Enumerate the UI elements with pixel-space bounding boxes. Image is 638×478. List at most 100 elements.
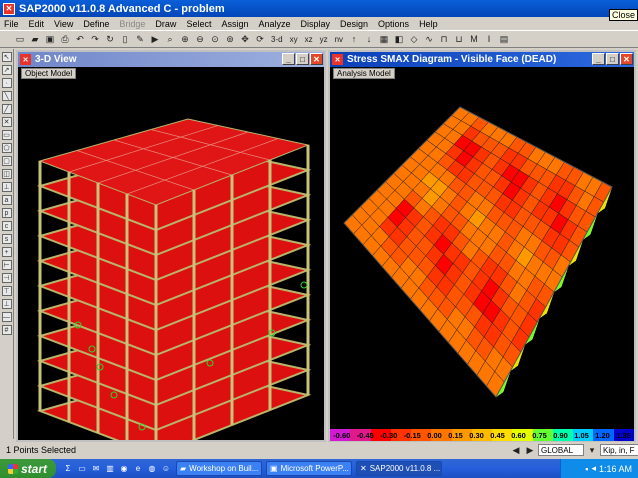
sap2000-app-icon[interactable]: ✕	[3, 2, 15, 15]
select-intersect-icon[interactable]: s	[1, 234, 12, 244]
down-arrow-icon[interactable]: ↓	[363, 33, 375, 45]
menu-options[interactable]: Options	[378, 19, 409, 29]
menu-view[interactable]: View	[54, 19, 73, 29]
grid-icon[interactable]: ▦	[378, 33, 390, 45]
close-button[interactable]: ✕	[310, 53, 323, 65]
minimize-button[interactable]: _	[282, 53, 295, 65]
clear-selection-icon[interactable]: c	[1, 221, 12, 231]
menu-select[interactable]: Select	[186, 19, 211, 29]
snap-points-icon[interactable]: +	[1, 247, 12, 257]
reshape-icon[interactable]: ↗	[1, 65, 12, 75]
draw-poly-area-icon[interactable]: ⬠	[1, 143, 12, 153]
menu-define[interactable]: Define	[83, 19, 109, 29]
task-powerpoint[interactable]: ▣ Microsoft PowerP...	[266, 461, 352, 476]
stress-diagram-title-bar[interactable]: ✕ Stress SMAX Diagram - Visible Face (DE…	[330, 52, 634, 67]
quick-frame-icon[interactable]: ╱	[1, 104, 12, 114]
snap-lines-icon[interactable]: —	[1, 312, 12, 322]
quick-area-icon[interactable]: ▢	[1, 156, 12, 166]
zoom-window-icon[interactable]: ⌕	[164, 33, 176, 45]
up-arrow-icon[interactable]: ↑	[348, 33, 360, 45]
rotate-icon[interactable]: ⟳	[254, 33, 266, 45]
draw-frame-icon[interactable]: ╲	[1, 91, 12, 101]
task-workshop[interactable]: ▰ Workshop on Buil...	[176, 461, 262, 476]
network-icon[interactable]: ▪	[585, 464, 588, 474]
lock-icon[interactable]: ▯	[119, 33, 131, 45]
clock[interactable]: 1:16 AM	[599, 464, 632, 474]
pan-icon[interactable]: ✥	[239, 33, 251, 45]
maximize-button[interactable]: □	[296, 53, 309, 65]
step-back-icon[interactable]: ◀	[510, 444, 522, 456]
frame-forces-icon[interactable]: ⊓	[438, 33, 450, 45]
units-select[interactable]: Kip, in, F	[600, 444, 638, 456]
select-all-icon[interactable]: a	[1, 195, 12, 205]
undo-icon[interactable]: ↶	[74, 33, 86, 45]
text-icon[interactable]: I	[483, 33, 495, 45]
snap-ends-icon[interactable]: ⊢	[1, 260, 12, 270]
mail-icon[interactable]: ✉	[90, 463, 102, 475]
run-analysis-icon[interactable]: ▶	[149, 33, 161, 45]
menu-file[interactable]: File	[4, 19, 19, 29]
zoom-restore-icon[interactable]: ⊙	[209, 33, 221, 45]
view-yz-button[interactable]: yz	[318, 35, 330, 44]
chart-icon[interactable]: ▥	[104, 463, 116, 475]
minimize-button[interactable]: _	[592, 53, 605, 65]
window-app-icon[interactable]: ✕	[20, 54, 31, 65]
pointer-icon[interactable]: ↖	[1, 52, 12, 62]
refresh-icon[interactable]: ↻	[104, 33, 116, 45]
save-icon[interactable]: ▣	[44, 33, 56, 45]
view-nv-button[interactable]: nv	[333, 35, 345, 44]
draw-solid-icon[interactable]: ◫	[1, 169, 12, 179]
stress-contour-model[interactable]	[330, 67, 634, 429]
sum-icon[interactable]: Σ	[62, 463, 74, 475]
coord-dropdown-icon[interactable]: ▾	[586, 444, 598, 456]
zoom-out-icon[interactable]: ⊖	[194, 33, 206, 45]
m-diagram-icon[interactable]: M	[468, 33, 480, 45]
view-3d-button[interactable]: 3-d	[269, 35, 285, 44]
step-forward-icon[interactable]: ▶	[524, 444, 536, 456]
view-xz-button[interactable]: xz	[303, 35, 315, 44]
draw-section-cut-icon[interactable]: ⊥	[1, 182, 12, 192]
snap-mid-icon[interactable]: ⊣	[1, 273, 12, 283]
menu-bridge[interactable]: Bridge	[119, 19, 145, 29]
browser-icon[interactable]: e	[132, 463, 144, 475]
coord-system-select[interactable]: GLOBAL	[538, 444, 584, 456]
display-options-icon[interactable]: ▤	[498, 33, 510, 45]
deformed-shape-icon[interactable]: ◇	[408, 33, 420, 45]
view-xy-button[interactable]: xy	[288, 35, 300, 44]
3d-view-window[interactable]: ✕ 3-D View _ □ ✕ Object Model	[16, 50, 326, 442]
zoom-in-icon[interactable]: ⊕	[179, 33, 191, 45]
menu-analyze[interactable]: Analyze	[258, 19, 290, 29]
menu-draw[interactable]: Draw	[155, 19, 176, 29]
close-button[interactable]: ✕	[620, 53, 633, 65]
start-button[interactable]: start	[0, 459, 56, 478]
draw-brace-icon[interactable]: ✕	[1, 117, 12, 127]
snap-intersect-icon[interactable]: ⊤	[1, 286, 12, 296]
menu-design[interactable]: Design	[340, 19, 368, 29]
moment-icon[interactable]: ⊔	[453, 33, 465, 45]
pencil-icon[interactable]: ✎	[134, 33, 146, 45]
shadow-icon[interactable]: ◧	[393, 33, 405, 45]
3d-view-title-bar[interactable]: ✕ 3-D View _ □ ✕	[18, 52, 324, 67]
draw-point-icon[interactable]: ·	[1, 78, 12, 88]
maximize-button[interactable]: □	[606, 53, 619, 65]
messenger-icon[interactable]: ☺	[160, 463, 172, 475]
select-previous-icon[interactable]: p	[1, 208, 12, 218]
stress-diagram-window[interactable]: ✕ Stress SMAX Diagram - Visible Face (DE…	[328, 50, 636, 442]
menu-assign[interactable]: Assign	[221, 19, 248, 29]
media-icon[interactable]: ◉	[118, 463, 130, 475]
forces-icon[interactable]: ∿	[423, 33, 435, 45]
menu-display[interactable]: Display	[301, 19, 331, 29]
snap-perp-icon[interactable]: ⊥	[1, 299, 12, 309]
firefox-icon[interactable]: ◍	[146, 463, 158, 475]
new-file-icon[interactable]: ▭	[14, 33, 26, 45]
menu-help[interactable]: Help	[419, 19, 438, 29]
redo-icon[interactable]: ↷	[89, 33, 101, 45]
zoom-full-icon[interactable]: ⊚	[224, 33, 236, 45]
print-icon[interactable]: ⎙	[59, 33, 71, 45]
snap-fine-grid-icon[interactable]: #	[1, 325, 12, 335]
volume-icon[interactable]: ◂	[591, 463, 596, 474]
window-app-icon[interactable]: ✕	[332, 54, 343, 65]
menu-edit[interactable]: Edit	[29, 19, 45, 29]
draw-area-icon[interactable]: ▭	[1, 130, 12, 140]
desktop-icon[interactable]: ▭	[76, 463, 88, 475]
